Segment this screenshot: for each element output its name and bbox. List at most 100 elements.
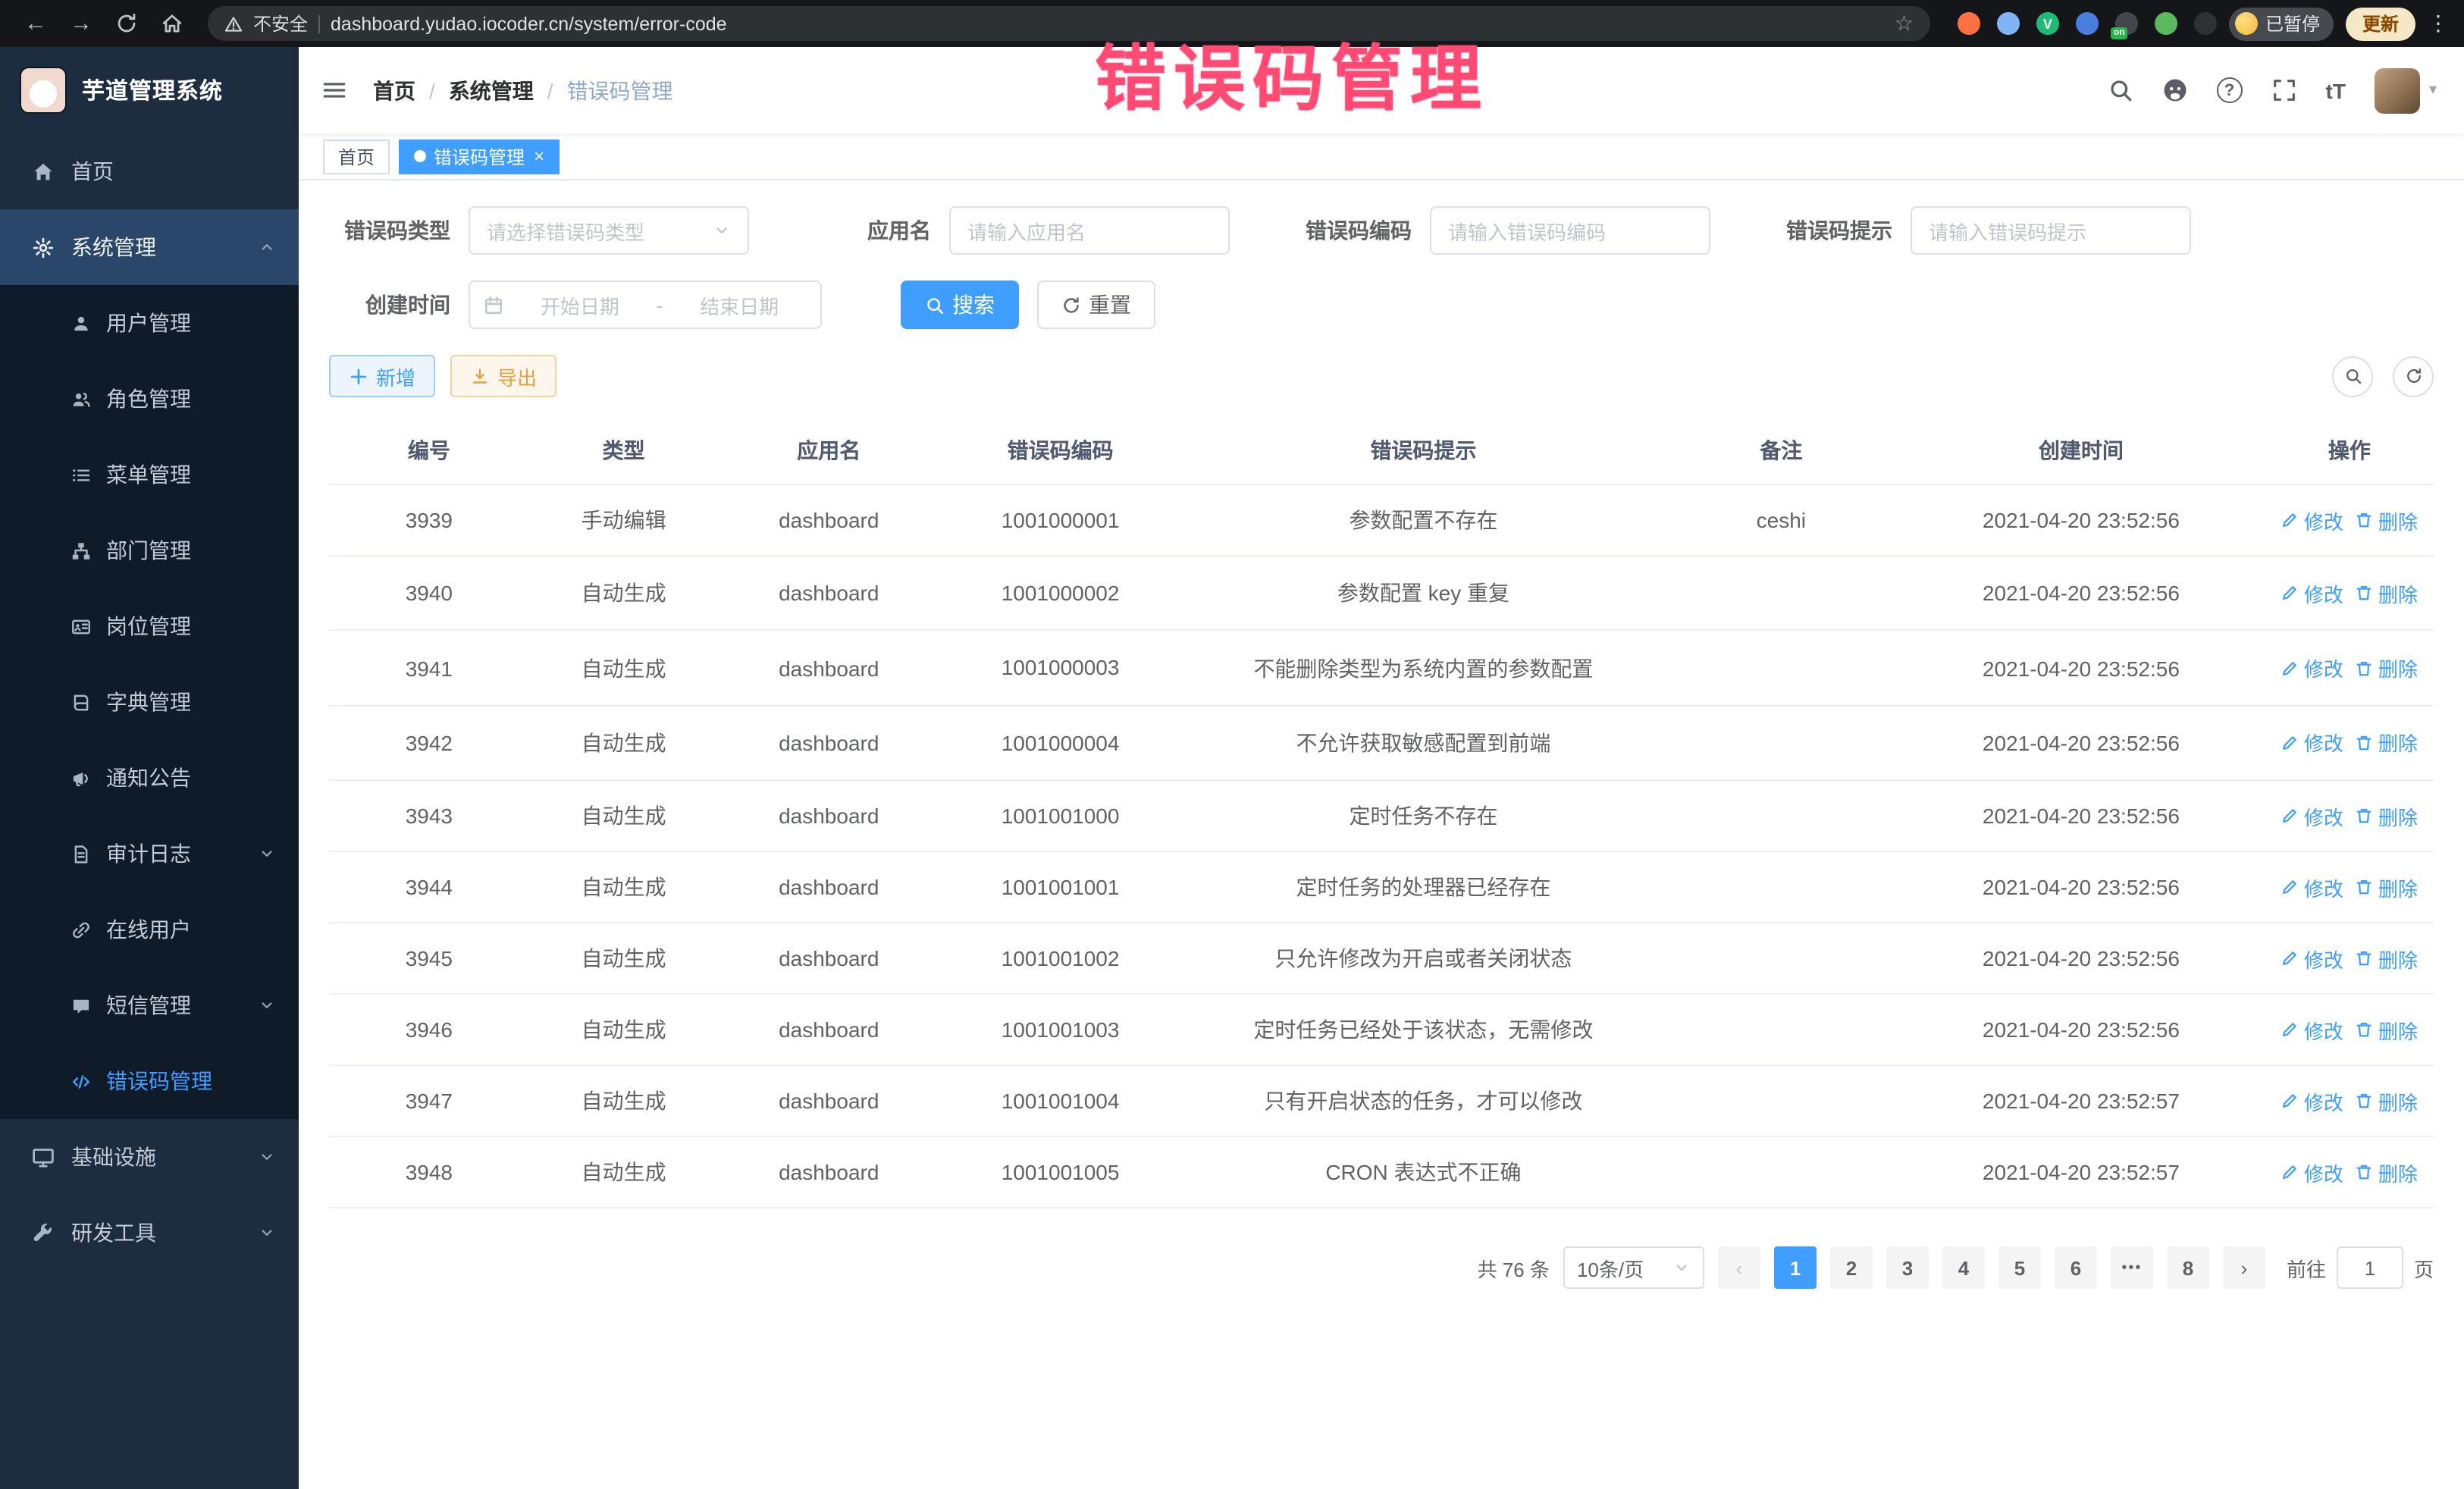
- page-button-4[interactable]: 4: [1942, 1246, 1985, 1289]
- date-range-picker[interactable]: 开始日期 - 结束日期: [469, 281, 822, 329]
- logo-image: [20, 67, 67, 114]
- page-button-6[interactable]: 6: [2055, 1246, 2097, 1289]
- next-page-button[interactable]: ›: [2223, 1246, 2265, 1289]
- profile-avatar-icon: [2235, 12, 2258, 35]
- sidebar-item-user[interactable]: 用户管理: [0, 285, 299, 361]
- bookmark-star-icon[interactable]: ☆: [1895, 11, 1914, 36]
- edit-link[interactable]: 修改: [2281, 1015, 2343, 1044]
- sidebar-item-audit-log[interactable]: 审计日志: [0, 816, 299, 892]
- delete-link[interactable]: 删除: [2356, 1158, 2418, 1186]
- avatar: [2375, 67, 2420, 113]
- github-icon[interactable]: [2162, 77, 2188, 103]
- edit-link[interactable]: 修改: [2281, 944, 2343, 973]
- fullscreen-icon[interactable]: [2271, 77, 2297, 103]
- add-button[interactable]: 新增: [329, 355, 435, 397]
- browser-home-button[interactable]: [161, 12, 183, 35]
- extension-green-v-icon[interactable]: V: [2036, 12, 2059, 35]
- sidebar-item-error-code[interactable]: 错误码管理: [0, 1043, 299, 1119]
- delete-link[interactable]: 删除: [2356, 801, 2418, 830]
- breadcrumb-item[interactable]: 系统管理: [449, 75, 534, 105]
- sidebar-item-post[interactable]: 岗位管理: [0, 588, 299, 664]
- show-search-toggle-button[interactable]: [2332, 356, 2373, 397]
- browser-menu-icon[interactable]: ⋮: [2428, 11, 2449, 36]
- sidebar-item-dept[interactable]: 部门管理: [0, 513, 299, 588]
- tab-error-code[interactable]: 错误码管理×: [399, 139, 560, 174]
- delete-link[interactable]: 删除: [2356, 1086, 2418, 1115]
- app-name-input[interactable]: 请输入应用名: [949, 206, 1230, 255]
- cell-created: 2021-04-20 23:52:56: [1897, 780, 2265, 851]
- delete-link[interactable]: 删除: [2356, 654, 2418, 682]
- edit-link[interactable]: 修改: [2281, 873, 2343, 901]
- page-button-2[interactable]: 2: [1830, 1246, 1873, 1289]
- prev-page-button[interactable]: ‹: [1718, 1246, 1760, 1289]
- extension-leaf-icon[interactable]: [2155, 12, 2177, 35]
- sidebar-item-online-user[interactable]: 在线用户: [0, 892, 299, 967]
- page-button-8[interactable]: 8: [2167, 1246, 2209, 1289]
- edit-link[interactable]: 修改: [2281, 1158, 2343, 1186]
- edit-link[interactable]: 修改: [2281, 506, 2343, 534]
- font-size-icon[interactable]: tT: [2326, 78, 2346, 102]
- search-icon[interactable]: [2108, 77, 2133, 103]
- extension-dark-icon[interactable]: on: [2115, 12, 2138, 35]
- error-code-input[interactable]: 请输入错误码编码: [1430, 206, 1710, 255]
- extension-orange-icon[interactable]: [1958, 12, 1980, 35]
- goto-page-input[interactable]: [2337, 1246, 2403, 1289]
- tab-home[interactable]: 首页: [323, 139, 390, 174]
- help-icon[interactable]: ?: [2217, 77, 2243, 103]
- page-size-select[interactable]: 10条/页: [1563, 1246, 1704, 1289]
- tab-close-icon[interactable]: ×: [534, 146, 544, 167]
- sidebar-item-home[interactable]: 首页: [0, 133, 299, 209]
- sidebar-item-sms[interactable]: 短信管理: [0, 967, 299, 1043]
- back-button[interactable]: ←: [24, 11, 47, 36]
- delete-link[interactable]: 删除: [2356, 944, 2418, 973]
- list-icon: [71, 465, 91, 484]
- sidebar-item-infra[interactable]: 基础设施: [0, 1119, 299, 1195]
- sidebar-item-notice[interactable]: 通知公告: [0, 740, 299, 816]
- edit-link[interactable]: 修改: [2281, 578, 2343, 607]
- delete-link[interactable]: 删除: [2356, 506, 2418, 534]
- reset-button[interactable]: 重置: [1037, 281, 1155, 329]
- cell-actions: 修改删除: [2265, 706, 2434, 781]
- browser-update-button[interactable]: 更新: [2346, 7, 2415, 40]
- user-menu[interactable]: ▾: [2375, 67, 2437, 113]
- page-button-1[interactable]: 1: [1774, 1246, 1817, 1289]
- edit-link[interactable]: 修改: [2281, 1086, 2343, 1115]
- cell-app: dashboard: [719, 706, 939, 781]
- page-button-3[interactable]: 3: [1886, 1246, 1929, 1289]
- reload-button[interactable]: [115, 12, 138, 35]
- error-hint-input[interactable]: 请输入错误码提示: [1911, 206, 2191, 255]
- sidebar-item-dict[interactable]: 字典管理: [0, 664, 299, 740]
- delete-link[interactable]: 删除: [2356, 1015, 2418, 1044]
- error-code-type-select[interactable]: 请选择错误码类型: [469, 206, 749, 255]
- edit-link[interactable]: 修改: [2281, 654, 2343, 682]
- page-button-5[interactable]: 5: [1998, 1246, 2041, 1289]
- search-button[interactable]: 搜索: [901, 281, 1019, 329]
- delete-link[interactable]: 删除: [2356, 729, 2418, 757]
- sidebar-item-menu[interactable]: 菜单管理: [0, 437, 299, 513]
- user-icon: [71, 313, 91, 333]
- sidebar-item-system[interactable]: 系统管理: [0, 209, 299, 285]
- extension-lightblue-icon[interactable]: [1997, 12, 2020, 35]
- refresh-table-button[interactable]: [2393, 356, 2434, 397]
- delete-link[interactable]: 删除: [2356, 873, 2418, 901]
- address-bar[interactable]: 不安全 dashboard.yudao.iocoder.cn/system/er…: [208, 6, 1930, 41]
- home-icon: [32, 160, 55, 183]
- forward-button[interactable]: →: [70, 11, 92, 36]
- chevron-up-icon: [258, 238, 276, 256]
- cell-created: 2021-04-20 23:52:56: [1897, 994, 2265, 1065]
- chevron-down-icon: [258, 996, 276, 1014]
- cell-created: 2021-04-20 23:52:57: [1897, 1065, 2265, 1136]
- breadcrumb-item[interactable]: 首页: [373, 75, 415, 105]
- extension-black-icon[interactable]: [2194, 12, 2217, 35]
- export-button[interactable]: 导出: [450, 355, 556, 397]
- edit-link[interactable]: 修改: [2281, 729, 2343, 757]
- sidebar-item-role[interactable]: 角色管理: [0, 361, 299, 437]
- more-pages-button[interactable]: •••: [2111, 1246, 2153, 1289]
- sidebar-item-dev-tools[interactable]: 研发工具: [0, 1195, 299, 1271]
- extension-grid-icon[interactable]: [2076, 12, 2099, 35]
- cell-type: 自动生成: [529, 1136, 719, 1208]
- profile-paused-badge[interactable]: 已暂停: [2229, 7, 2334, 40]
- hamburger-icon[interactable]: [321, 77, 347, 103]
- edit-link[interactable]: 修改: [2281, 801, 2343, 830]
- delete-link[interactable]: 删除: [2356, 578, 2418, 607]
